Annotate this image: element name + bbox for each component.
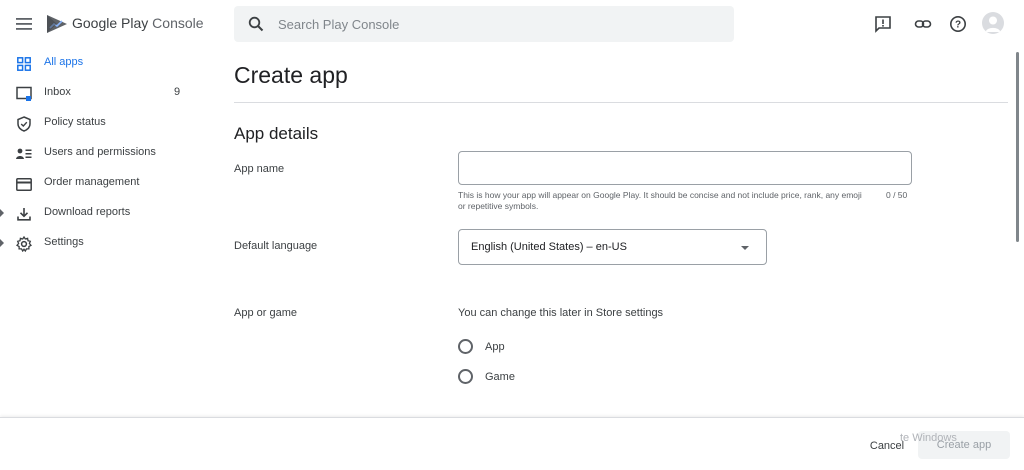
dropdown-arrow-icon <box>741 246 749 250</box>
search-icon <box>248 16 264 32</box>
brand-sub: Console <box>152 15 204 31</box>
title-divider <box>234 102 1008 103</box>
apps-grid-icon <box>15 55 33 73</box>
download-icon <box>15 205 33 223</box>
sidebar-item-users-and-permissions[interactable]: Users and permissions <box>0 138 200 168</box>
feedback-icon[interactable] <box>871 12 895 36</box>
scrollbar-thumb[interactable] <box>1016 52 1019 242</box>
app-or-game-helper: You can change this later in Store setti… <box>458 307 664 319</box>
credit-card-icon <box>15 175 33 193</box>
sidebar-item-label: Download reports <box>44 206 131 218</box>
radio-option-game[interactable]: Game <box>456 367 556 387</box>
expand-caret-icon[interactable] <box>0 209 4 217</box>
users-icon <box>15 145 33 163</box>
help-icon[interactable]: ? <box>946 12 970 36</box>
sidebar-item-policy-status[interactable]: Policy status <box>0 108 200 138</box>
radio-button[interactable] <box>458 339 473 354</box>
sidebar-item-label: Inbox <box>44 86 71 98</box>
brand-title[interactable]: Google Play Console <box>72 15 204 31</box>
app-name-hint: This is how your app will appear on Goog… <box>458 190 862 211</box>
expand-caret-icon[interactable] <box>0 239 4 247</box>
section-title: App details <box>234 124 319 143</box>
sidebar-item-all-apps[interactable]: All apps <box>0 48 200 78</box>
app-name-input[interactable] <box>458 151 912 185</box>
search-bar[interactable] <box>234 6 734 42</box>
sidebar-item-label: Users and permissions <box>44 146 156 158</box>
inbox-icon <box>15 85 33 103</box>
radio-label: App <box>485 341 505 353</box>
app-or-game-label: App or game <box>234 307 297 319</box>
radio-label: Game <box>485 371 515 383</box>
sidebar-item-order-management[interactable]: Order management <box>0 168 200 198</box>
sidebar-item-label: Order management <box>44 176 140 188</box>
sidebar-item-settings[interactable]: Settings <box>0 228 200 258</box>
windows-activation-watermark: te Windows <box>900 432 957 444</box>
radio-button[interactable] <box>458 369 473 384</box>
top-bar: Google Play Console ? <box>0 0 1024 48</box>
scrollbar[interactable] <box>1014 48 1024 418</box>
link-icon[interactable] <box>911 12 935 36</box>
play-console-logo[interactable] <box>45 12 69 36</box>
sidebar-item-inbox[interactable]: Inbox 9 <box>0 78 200 108</box>
sidebar-item-label: Policy status <box>44 116 106 128</box>
app-name-label: App name <box>234 163 285 175</box>
default-language-value: English (United States) – en-US <box>471 241 627 253</box>
svg-text:?: ? <box>955 20 961 31</box>
sidebar-item-label: All apps <box>44 56 84 68</box>
default-language-label: Default language <box>234 240 318 252</box>
gear-icon <box>15 235 33 253</box>
app-name-char-count: 0 / 50 <box>886 190 908 200</box>
sidebar-item-label: Settings <box>44 236 84 248</box>
menu-icon[interactable] <box>12 12 36 36</box>
shield-icon <box>15 115 33 133</box>
footer-bar: Cancel Create app te Windows <box>0 417 1024 470</box>
account-avatar[interactable] <box>982 12 1004 34</box>
sidebar-item-download-reports[interactable]: Download reports <box>0 198 200 228</box>
radio-option-app[interactable]: App <box>456 337 556 357</box>
inbox-count-badge: 9 <box>174 86 181 98</box>
page-title: Create app <box>234 62 348 88</box>
default-language-select[interactable]: English (United States) – en-US <box>458 229 767 265</box>
search-input[interactable] <box>278 16 698 32</box>
brand-main: Google Play <box>72 15 149 31</box>
